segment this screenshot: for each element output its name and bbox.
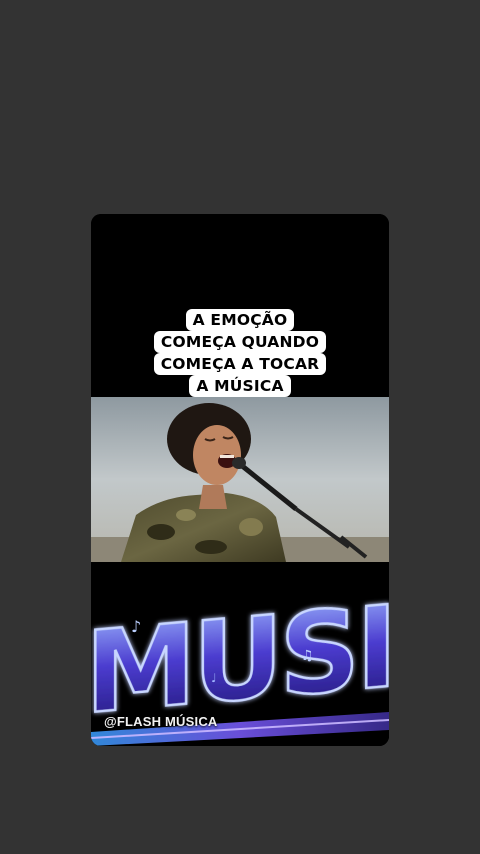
- watermark-handle: @FLASH MÚSICA: [104, 714, 218, 729]
- caption-line-2: COMEÇA QUANDO: [153, 331, 327, 353]
- singer-illustration: [91, 397, 389, 562]
- svg-text:♫: ♫: [301, 648, 314, 664]
- svg-text:♩: ♩: [211, 671, 217, 685]
- caption-line-1: A EMOÇÃO: [185, 309, 295, 331]
- svg-text:♪: ♪: [131, 617, 141, 636]
- app-screen: A EMOÇÃO COMEÇA QUANDO COMEÇA A TOCAR A …: [0, 0, 480, 854]
- video-frame[interactable]: [91, 397, 389, 562]
- video-post-card[interactable]: A EMOÇÃO COMEÇA QUANDO COMEÇA A TOCAR A …: [91, 214, 389, 746]
- caption-line-3: COMEÇA A TOCAR: [153, 353, 327, 375]
- caption: A EMOÇÃO COMEÇA QUANDO COMEÇA A TOCAR A …: [91, 309, 389, 397]
- caption-area: A EMOÇÃO COMEÇA QUANDO COMEÇA A TOCAR A …: [91, 214, 389, 397]
- caption-line-4: A MÚSICA: [189, 375, 291, 397]
